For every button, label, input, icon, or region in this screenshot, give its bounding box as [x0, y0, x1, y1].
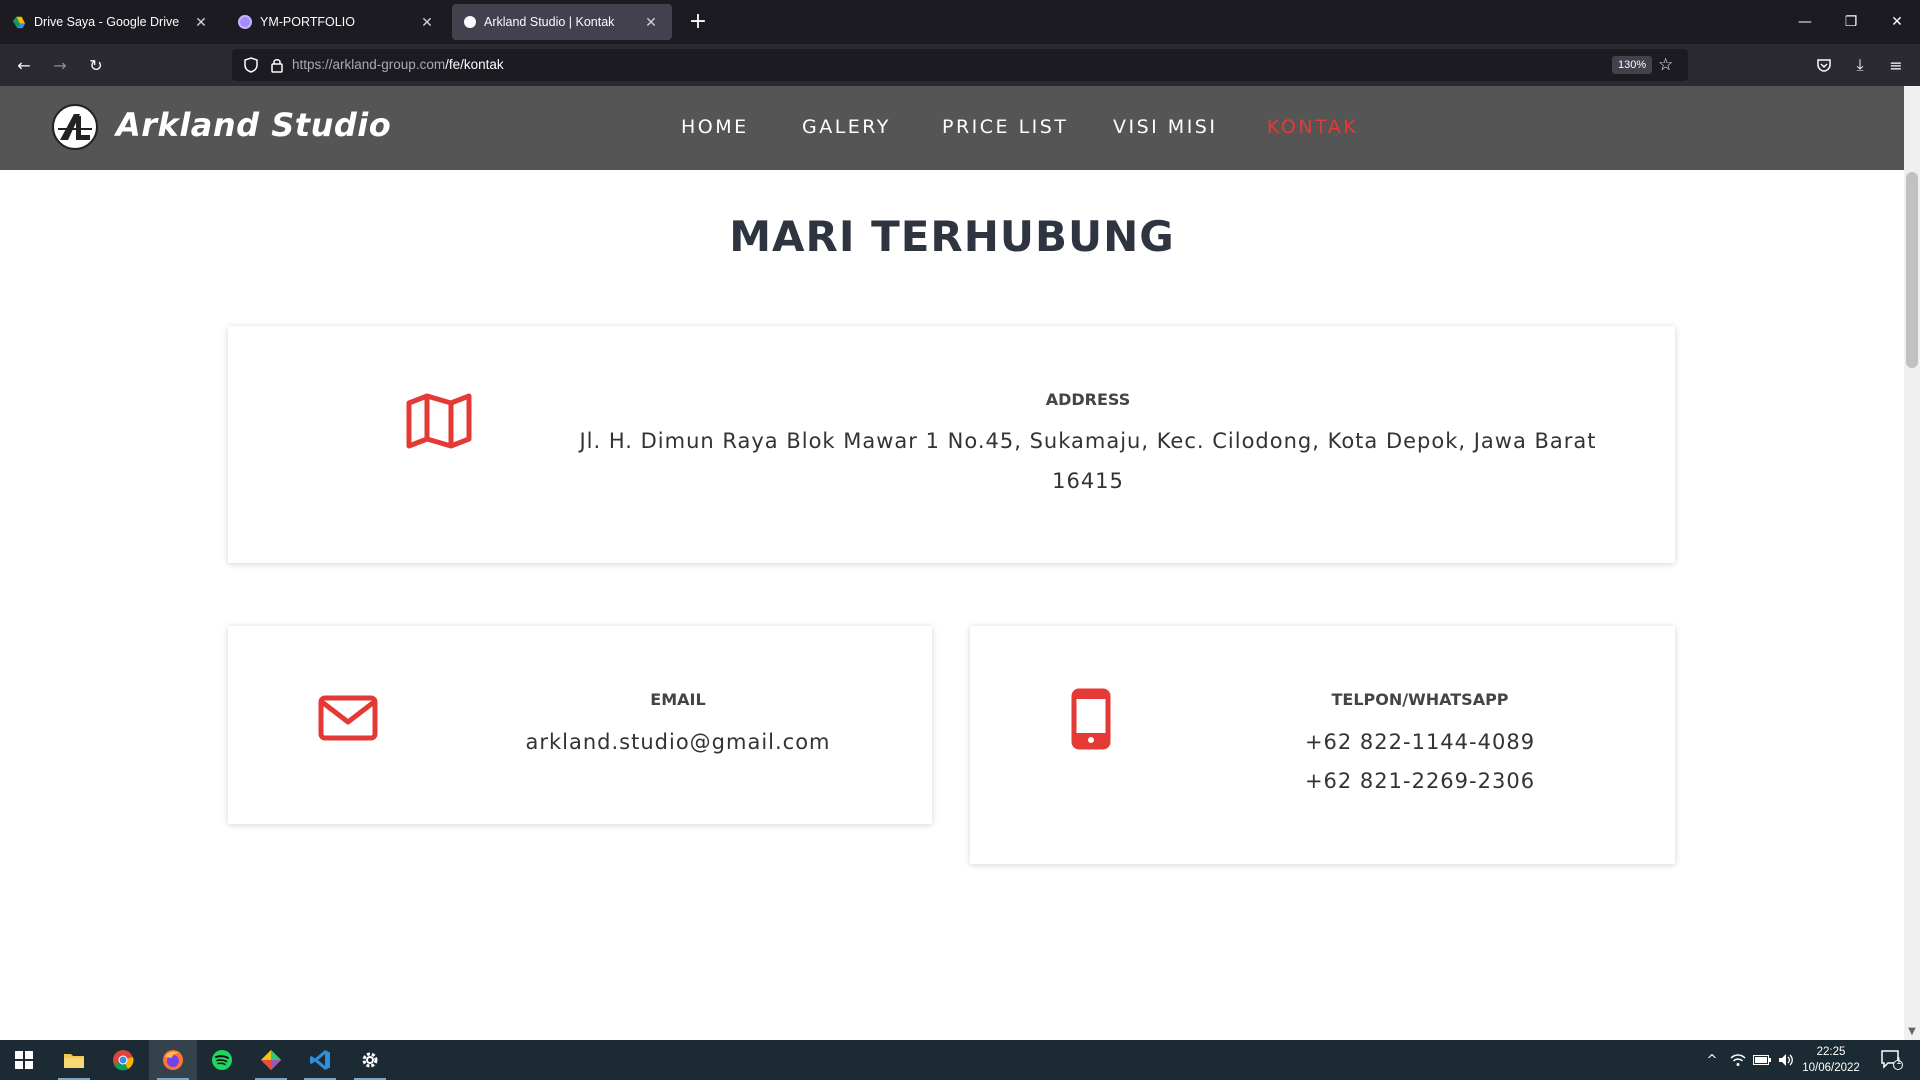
zoom-level-badge[interactable]: 130%: [1612, 56, 1653, 74]
firefox-icon[interactable]: [149, 1040, 197, 1080]
envelope-icon: [318, 695, 378, 741]
nav-price-list[interactable]: PRICE LIST: [942, 116, 1068, 138]
restore-icon[interactable]: ❐: [1828, 0, 1874, 44]
mobile-phone-icon: [1071, 688, 1111, 750]
address-card: ADDRESS Jl. H. Dimun Raya Blok Mawar 1 N…: [228, 326, 1675, 563]
bookmark-star-icon[interactable]: ☆: [1658, 55, 1673, 75]
forward-arrow-icon[interactable]: →: [44, 50, 76, 80]
address-label: ADDRESS: [1045, 390, 1131, 409]
nav-visi-misi[interactable]: VISI MISI: [1113, 116, 1217, 138]
taskbar-clock[interactable]: 22:25 10/06/2022: [1786, 1044, 1876, 1076]
browser-toolbar: ← → ↻ https://arkland-group.com/fe/konta…: [0, 44, 1920, 86]
close-tab-icon[interactable]: ✕: [418, 14, 436, 31]
tab-google-drive[interactable]: Drive Saya - Google Drive ✕: [0, 0, 222, 44]
windows-taskbar: ^ 22:25 10/06/2022 1: [0, 1040, 1920, 1080]
wifi-icon[interactable]: [1726, 1040, 1750, 1080]
new-tab-button[interactable]: +: [684, 8, 712, 36]
spotify-icon[interactable]: [198, 1040, 246, 1080]
site-favicon-icon: [464, 16, 476, 28]
scroll-down-arrow-icon[interactable]: ▼: [1906, 1026, 1918, 1038]
close-window-icon[interactable]: ✕: [1874, 0, 1920, 44]
phone-card: TELPON/WHATSAPP +62 822-1144-4089 +62 82…: [970, 626, 1675, 864]
back-arrow-icon[interactable]: ←: [8, 50, 40, 80]
portfolio-favicon-icon: [238, 15, 252, 29]
download-icon[interactable]: ⤓: [1844, 50, 1876, 80]
arkland-logo-icon[interactable]: [52, 104, 98, 150]
address-line-2: 16415: [1052, 469, 1124, 493]
lock-icon[interactable]: [270, 57, 284, 73]
map-icon: [406, 393, 472, 449]
file-explorer-icon[interactable]: [50, 1040, 98, 1080]
vscode-icon[interactable]: [296, 1040, 344, 1080]
minimize-icon[interactable]: —: [1782, 0, 1828, 44]
windows-start-icon[interactable]: [0, 1040, 48, 1080]
tab-ym-portfolio[interactable]: YM-PORTFOLIO ✕: [226, 0, 448, 44]
nav-galery[interactable]: GALERY: [802, 116, 891, 138]
notification-count: 1: [1896, 1057, 1902, 1067]
nav-home[interactable]: HOME: [681, 116, 749, 138]
url-bar[interactable]: https://arkland-group.com/fe/kontak 130%…: [232, 49, 1688, 81]
reload-icon[interactable]: ↻: [80, 50, 112, 80]
phone-number-1[interactable]: +62 822-1144-4089: [1200, 722, 1640, 762]
settings-gear-icon[interactable]: [346, 1040, 394, 1080]
close-tab-icon[interactable]: ✕: [192, 14, 210, 31]
clock-date: 10/06/2022: [1802, 1062, 1860, 1074]
page-title: MARI TERHUBUNG: [729, 212, 1175, 261]
clock-time: 22:25: [1816, 1046, 1846, 1058]
scrollbar-thumb[interactable]: [1906, 172, 1918, 368]
chrome-icon[interactable]: [99, 1040, 147, 1080]
tab-title: YM-PORTFOLIO: [260, 15, 355, 29]
phone-label: TELPON/WHATSAPP: [1331, 690, 1509, 709]
url-text[interactable]: https://arkland-group.com/fe/kontak: [292, 57, 504, 72]
brand-name[interactable]: Arkland Studio: [116, 106, 391, 144]
menu-hamburger-icon[interactable]: ≡: [1880, 50, 1912, 80]
pocket-icon[interactable]: [1808, 50, 1840, 80]
phone-number-2[interactable]: +62 821-2269-2306: [1200, 761, 1640, 801]
address-line-1: Jl. H. Dimun Raya Blok Mawar 1 No.45, Su…: [579, 429, 1597, 453]
git-kraken-icon[interactable]: [247, 1040, 295, 1080]
notification-center-icon[interactable]: 1: [1872, 1040, 1912, 1080]
browser-tab-strip: Drive Saya - Google Drive ✕ YM-PORTFOLIO…: [0, 0, 1920, 44]
google-drive-icon: [12, 16, 26, 29]
tab-title: Arkland Studio | Kontak: [484, 15, 615, 29]
email-label: EMAIL: [650, 690, 706, 709]
email-card: EMAIL arkland.studio@gmail.com: [228, 626, 932, 824]
close-tab-icon[interactable]: ✕: [642, 14, 660, 31]
site-header: Arkland Studio HOME GALERY PRICE LIST VI…: [0, 86, 1904, 170]
tab-arkland-kontak[interactable]: Arkland Studio | Kontak ✕: [452, 4, 672, 40]
shield-icon[interactable]: [244, 57, 258, 73]
tray-chevron-up-icon[interactable]: ^: [1700, 1040, 1724, 1080]
tab-title: Drive Saya - Google Drive: [34, 15, 180, 29]
email-address[interactable]: arkland.studio@gmail.com: [458, 722, 898, 762]
battery-icon[interactable]: [1750, 1040, 1774, 1080]
nav-kontak[interactable]: KONTAK: [1267, 116, 1358, 138]
